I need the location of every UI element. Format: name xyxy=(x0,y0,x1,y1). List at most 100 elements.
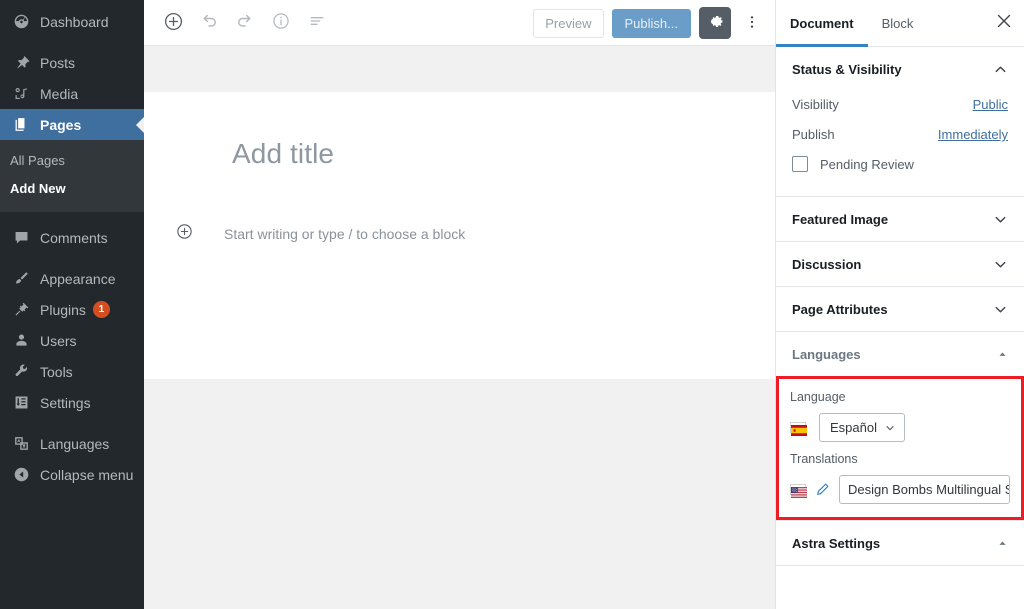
redo-button[interactable] xyxy=(227,5,263,41)
pending-review-checkbox[interactable] xyxy=(792,156,808,172)
submenu-item-all-pages[interactable]: All Pages xyxy=(0,147,144,175)
sidebar-item-label: Collapse menu xyxy=(40,467,133,482)
chevron-down-icon xyxy=(993,212,1008,227)
pin-icon xyxy=(10,53,32,73)
more-options-button[interactable] xyxy=(739,7,765,39)
sidebar-item-label: Languages xyxy=(40,436,109,451)
language-select[interactable]: Español xyxy=(819,413,905,442)
chevron-down-icon xyxy=(884,422,896,434)
undo-button[interactable] xyxy=(191,5,227,41)
tab-block[interactable]: Block xyxy=(868,0,928,46)
sidebar-item-label: Comments xyxy=(40,230,108,245)
block-placeholder-text: Start writing or type / to choose a bloc… xyxy=(224,226,465,242)
sidebar-item-comments[interactable]: Comments xyxy=(0,222,144,253)
panel-discussion: Discussion xyxy=(776,242,1024,287)
sidebar-item-dashboard[interactable]: Dashboard xyxy=(0,6,144,37)
panel-status-visibility-body: Visibility Public Publish Immediately Pe… xyxy=(776,91,1024,196)
user-icon xyxy=(10,331,32,351)
settings-toggle-button[interactable] xyxy=(699,7,731,39)
panel-page-attributes: Page Attributes xyxy=(776,287,1024,332)
plugin-icon xyxy=(10,300,32,320)
wrench-icon xyxy=(10,362,32,382)
tab-label: Document xyxy=(790,16,854,31)
panel-languages: Languages Language Esp xyxy=(776,332,1024,521)
content-info-button[interactable] xyxy=(263,5,299,41)
publish-value-button[interactable]: Immediately xyxy=(938,127,1008,142)
sidebar-item-label: Settings xyxy=(40,395,91,410)
chevron-down-icon xyxy=(993,257,1008,272)
publish-label: Publish xyxy=(792,127,835,142)
panel-discussion-header[interactable]: Discussion xyxy=(776,242,1024,286)
close-icon xyxy=(997,14,1011,33)
plus-circle-icon xyxy=(175,222,194,246)
list-view-button[interactable] xyxy=(299,5,335,41)
kebab-menu-icon xyxy=(744,14,760,33)
submenu-item-add-new[interactable]: Add New xyxy=(0,175,144,203)
translations-field-label: Translations xyxy=(790,452,1010,466)
toolbar-actions: Preview Publish... xyxy=(533,0,765,46)
panel-featured-image-header[interactable]: Featured Image xyxy=(776,197,1024,241)
collapse-icon xyxy=(10,465,32,485)
publish-date-row: Publish Immediately xyxy=(792,121,1008,151)
languages-highlight-box: Language Español xyxy=(776,376,1024,520)
panel-status-visibility-header[interactable]: Status & Visibility xyxy=(776,47,1024,91)
media-icon xyxy=(10,84,32,104)
sidebar-item-collapse-menu[interactable]: Collapse menu xyxy=(0,459,144,490)
panel-languages-header[interactable]: Languages xyxy=(776,332,1024,376)
pending-review-row: Pending Review xyxy=(792,151,1008,182)
pages-icon xyxy=(10,115,32,135)
panel-astra-settings-header[interactable]: Astra Settings xyxy=(776,521,1024,565)
tab-label: Block xyxy=(882,16,914,31)
publish-button[interactable]: Publish... xyxy=(612,9,691,38)
sidebar-item-tools[interactable]: Tools xyxy=(0,356,144,387)
close-sidebar-button[interactable] xyxy=(984,0,1024,46)
sidebar-item-posts[interactable]: Posts xyxy=(0,47,144,78)
visibility-label: Visibility xyxy=(792,97,839,112)
sidebar-item-settings[interactable]: Settings xyxy=(0,387,144,418)
canvas-bottom-gutter xyxy=(144,379,775,609)
redo-icon xyxy=(235,11,255,34)
translation-title-input[interactable]: Design Bombs Multilingual Site xyxy=(839,475,1010,504)
sidebar-item-label: Appearance xyxy=(40,271,116,286)
comment-icon xyxy=(10,228,32,248)
panel-page-attributes-header[interactable]: Page Attributes xyxy=(776,287,1024,331)
canvas-top-gutter xyxy=(144,46,775,92)
plugins-update-badge: 1 xyxy=(93,301,110,318)
sidebar-item-label: Dashboard xyxy=(40,14,109,29)
post-canvas[interactable]: Add title Start writing or type / to cho… xyxy=(144,92,775,379)
post-title-input[interactable]: Add title xyxy=(144,138,775,170)
sidebar-item-media[interactable]: Media xyxy=(0,78,144,109)
chevron-down-icon xyxy=(993,302,1008,317)
preview-button[interactable]: Preview xyxy=(533,9,603,38)
panel-featured-image: Featured Image xyxy=(776,197,1024,242)
plus-circle-icon xyxy=(163,11,184,35)
add-block-button[interactable] xyxy=(155,5,191,41)
translation-row: Design Bombs Multilingual Site xyxy=(790,475,1010,504)
visibility-value-button[interactable]: Public xyxy=(973,97,1008,112)
panel-title: Featured Image xyxy=(792,212,993,227)
settings-sidebar: Document Block Status & Visibility xyxy=(775,0,1024,609)
panel-title: Status & Visibility xyxy=(792,62,993,77)
submenu-item-label: All Pages xyxy=(10,153,65,168)
gear-icon xyxy=(705,13,726,33)
sidebar-item-plugins[interactable]: Plugins 1 xyxy=(0,294,144,325)
tab-document[interactable]: Document xyxy=(776,0,868,46)
language-select-value: Español xyxy=(830,420,877,435)
sidebar-item-pages[interactable]: Pages xyxy=(0,109,144,140)
sidebar-item-label: Users xyxy=(40,333,77,348)
settings-icon xyxy=(10,393,32,413)
usa-flag-icon xyxy=(790,484,806,495)
sidebar-item-label: Media xyxy=(40,86,78,101)
sidebar-item-appearance[interactable]: Appearance xyxy=(0,263,144,294)
sidebar-item-users[interactable]: Users xyxy=(0,325,144,356)
default-paragraph-block[interactable]: Start writing or type / to choose a bloc… xyxy=(144,222,775,246)
block-inserter-button[interactable] xyxy=(172,222,196,246)
editor-toolbar: Preview Publish... xyxy=(144,0,775,46)
wordpress-block-editor: Dashboard Posts Media Pages All Pages xyxy=(0,0,1024,609)
undo-icon xyxy=(199,11,219,34)
sidebar-item-languages[interactable]: Languages xyxy=(0,428,144,459)
pencil-icon[interactable] xyxy=(815,482,830,497)
panel-status-visibility: Status & Visibility Visibility Public Pu… xyxy=(776,47,1024,197)
chevron-up-icon xyxy=(993,62,1008,77)
language-selector-row: Español xyxy=(790,413,1010,442)
